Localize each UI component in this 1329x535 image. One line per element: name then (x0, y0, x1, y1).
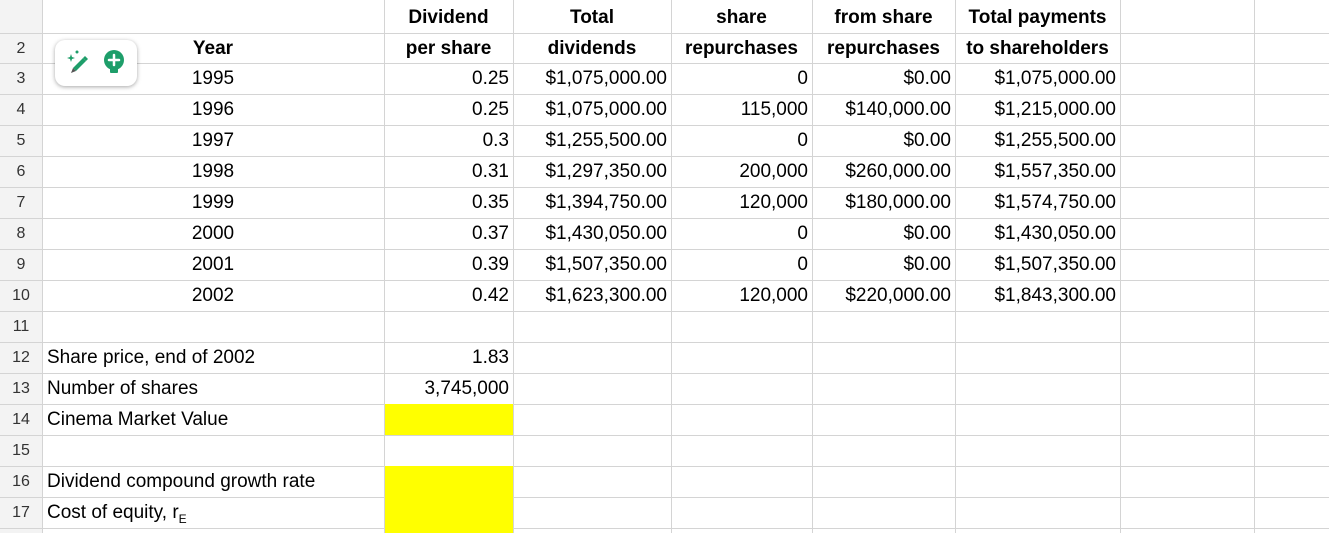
cell-total-payments[interactable]: $1,075,000.00 (955, 63, 1116, 94)
cell-total-payments[interactable]: $1,574,750.00 (955, 187, 1116, 218)
row-number[interactable]: 13 (0, 373, 42, 404)
gridline (1254, 0, 1255, 533)
cell-shares-repurchased[interactable]: 120,000 (671, 280, 808, 311)
cell-shares-repurchased[interactable]: 120,000 (671, 187, 808, 218)
gridline (0, 497, 1329, 498)
cell-shares-repurchased[interactable]: 0 (671, 125, 808, 156)
cell-total-dividends[interactable]: $1,430,050.00 (513, 218, 667, 249)
row-number[interactable]: 6 (0, 156, 42, 187)
cell-year[interactable]: 1996 (170, 94, 256, 125)
value-share-price[interactable]: 1.83 (384, 342, 509, 373)
label-cost-of-equity-text: Cost of equity, r (47, 502, 179, 523)
header-dividends[interactable]: dividends (513, 33, 671, 64)
cell-year[interactable]: 2001 (170, 249, 256, 280)
header-dividend[interactable]: Dividend (384, 2, 513, 33)
cell-shares-repurchased[interactable]: 200,000 (671, 156, 808, 187)
cell-dividend-per-share[interactable]: 0.42 (384, 280, 509, 311)
header-total-payments[interactable]: Total payments (955, 2, 1120, 33)
row-number[interactable]: 12 (0, 342, 42, 373)
gridline (1120, 0, 1121, 533)
cell-year[interactable]: 2000 (170, 218, 256, 249)
cell-total-payments[interactable]: $1,430,050.00 (955, 218, 1116, 249)
row-number[interactable]: 11 (0, 311, 42, 342)
value-number-of-shares[interactable]: 3,745,000 (384, 373, 509, 404)
cell-repurchase-amount[interactable]: $0.00 (812, 63, 951, 94)
gridline (42, 0, 43, 533)
header-repurchases[interactable]: repurchases (671, 33, 812, 64)
cell-repurchase-amount[interactable]: $0.00 (812, 125, 951, 156)
label-number-of-shares[interactable]: Number of shares (47, 373, 198, 404)
cell-shares-repurchased[interactable]: 0 (671, 249, 808, 280)
cell-year[interactable]: 1995 (170, 63, 256, 94)
cell-total-dividends[interactable]: $1,075,000.00 (513, 94, 667, 125)
cell-year[interactable]: 2002 (170, 280, 256, 311)
gridline (0, 528, 1329, 529)
gridline (0, 435, 1329, 436)
gridline (0, 373, 1329, 374)
cell-year[interactable]: 1999 (170, 187, 256, 218)
cell-total-dividends[interactable]: $1,394,750.00 (513, 187, 667, 218)
cell-repurchase-amount[interactable]: $0.00 (812, 218, 951, 249)
cell-dividend-per-share[interactable]: 0.31 (384, 156, 509, 187)
label-market-value[interactable]: Cinema Market Value (47, 404, 228, 435)
floating-ai-toolbar (55, 40, 137, 86)
header-share[interactable]: share (671, 2, 812, 33)
cell-dividend-per-share[interactable]: 0.35 (384, 187, 509, 218)
cell-total-dividends[interactable]: $1,623,300.00 (513, 280, 667, 311)
cell-shares-repurchased[interactable]: 115,000 (671, 94, 808, 125)
header-year[interactable]: Year (170, 33, 256, 64)
cell-repurchase-amount[interactable]: $180,000.00 (812, 187, 951, 218)
row-number[interactable]: 10 (0, 280, 42, 311)
cell-repurchase-amount[interactable]: $220,000.00 (812, 280, 951, 311)
input-market-value[interactable] (385, 404, 513, 435)
spreadsheet-grid: 2 3 4 5 6 7 8 9 10 11 12 13 14 15 16 17 … (0, 0, 1329, 533)
cell-dividend-per-share[interactable]: 0.25 (384, 94, 509, 125)
cell-dividend-per-share[interactable]: 0.3 (384, 125, 509, 156)
row-number[interactable]: 9 (0, 249, 42, 280)
gridline (0, 311, 1329, 312)
header-total[interactable]: Total (513, 2, 671, 33)
label-growth-rate[interactable]: Dividend compound growth rate (47, 466, 315, 497)
cell-dividend-per-share[interactable]: 0.25 (384, 63, 509, 94)
cell-shares-repurchased[interactable]: 0 (671, 63, 808, 94)
row-number[interactable]: 4 (0, 94, 42, 125)
cell-total-payments[interactable]: $1,507,350.00 (955, 249, 1116, 280)
row-number[interactable]: 17 (0, 497, 42, 528)
lightbulb-icon[interactable] (101, 48, 127, 81)
row-number[interactable]: 7 (0, 187, 42, 218)
header-per-share[interactable]: per share (384, 33, 513, 64)
cell-year[interactable]: 1997 (170, 125, 256, 156)
label-share-price[interactable]: Share price, end of 2002 (47, 342, 255, 373)
input-growth-rate-and-cost-of-equity[interactable] (385, 466, 513, 533)
header-to-shareholders[interactable]: to shareholders (955, 33, 1120, 64)
cell-total-payments[interactable]: $1,255,500.00 (955, 125, 1116, 156)
row-number[interactable]: 15 (0, 435, 42, 466)
row-number[interactable]: 14 (0, 404, 42, 435)
sparkle-pencil-icon[interactable] (65, 48, 93, 81)
cell-total-dividends[interactable]: $1,075,000.00 (513, 63, 667, 94)
row-number[interactable]: 8 (0, 218, 42, 249)
cell-total-dividends[interactable]: $1,255,500.00 (513, 125, 667, 156)
cell-dividend-per-share[interactable]: 0.39 (384, 249, 509, 280)
cell-repurchase-amount[interactable]: $260,000.00 (812, 156, 951, 187)
row-number[interactable]: 16 (0, 466, 42, 497)
cell-total-payments[interactable]: $1,215,000.00 (955, 94, 1116, 125)
cell-total-dividends[interactable]: $1,507,350.00 (513, 249, 667, 280)
cell-total-payments[interactable]: $1,557,350.00 (955, 156, 1116, 187)
cell-repurchase-amount[interactable]: $0.00 (812, 249, 951, 280)
row-number[interactable]: 3 (0, 63, 42, 94)
cell-year[interactable]: 1998 (170, 156, 256, 187)
header-from-share[interactable]: from share (812, 2, 955, 33)
header-repurchases-amount[interactable]: repurchases (812, 33, 955, 64)
label-cost-of-equity[interactable]: Cost of equity, rE (47, 497, 187, 528)
cell-shares-repurchased[interactable]: 0 (671, 218, 808, 249)
label-cost-of-equity-subscript: E (178, 511, 187, 526)
cell-total-dividends[interactable]: $1,297,350.00 (513, 156, 667, 187)
cell-dividend-per-share[interactable]: 0.37 (384, 218, 509, 249)
row-number[interactable]: 5 (0, 125, 42, 156)
cell-repurchase-amount[interactable]: $140,000.00 (812, 94, 951, 125)
row-number[interactable]: 2 (0, 33, 42, 64)
cell-total-payments[interactable]: $1,843,300.00 (955, 280, 1116, 311)
